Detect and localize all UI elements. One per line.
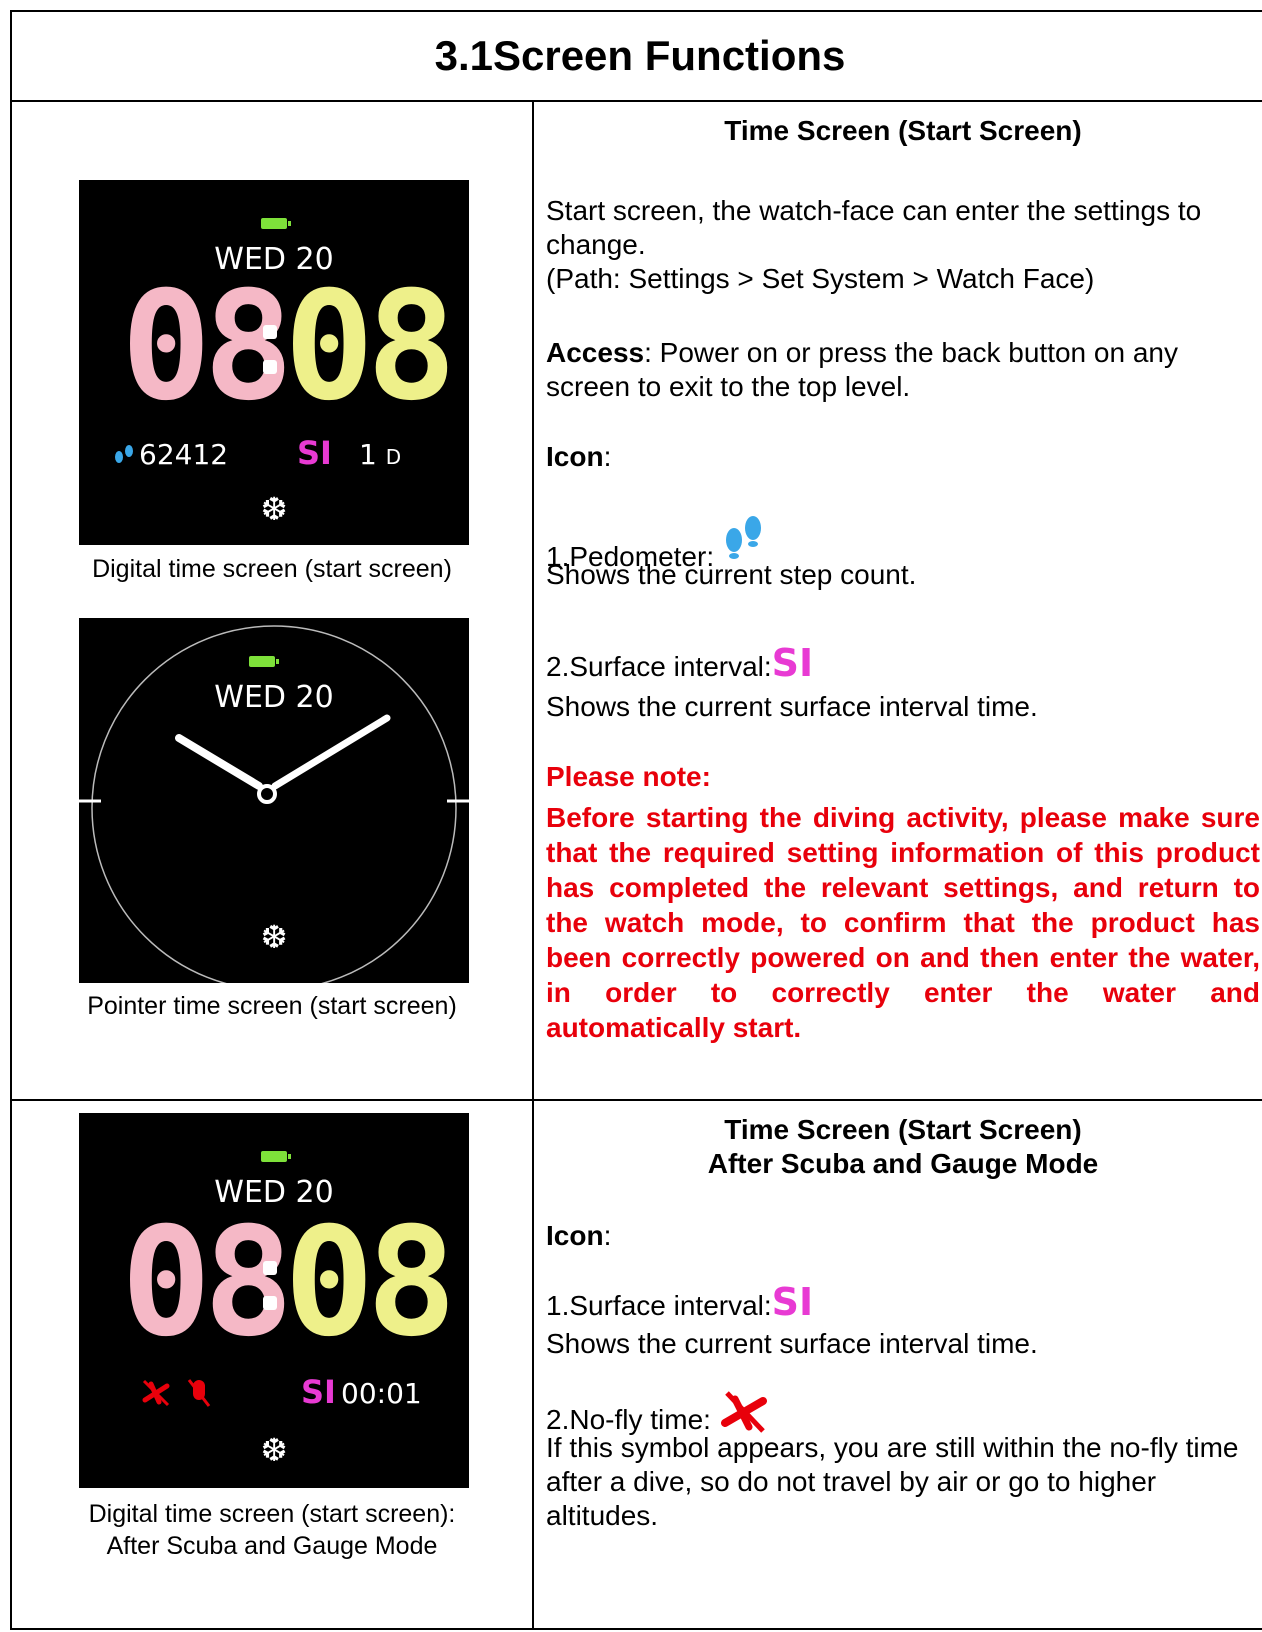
no-fly-icon <box>142 1379 170 1407</box>
no-dive-icon <box>187 1379 211 1407</box>
caption-after-dive-2: After Scuba and Gauge Mode <box>106 1532 438 1560</box>
watch-hour: 08 <box>121 1196 294 1370</box>
si-icon: SI <box>301 1373 336 1411</box>
dive-logo-icon: ❆ <box>260 918 288 956</box>
footprints-icon <box>115 445 133 463</box>
caption-pointer: Pointer time screen (start screen) <box>87 992 457 1020</box>
watch-minute: 08 <box>284 1196 457 1370</box>
dive-logo-icon: ❆ <box>260 490 288 528</box>
section2-icon-label: Icon: <box>546 1220 612 1251</box>
section1-intro: Start screen, the watch-face can enter t… <box>546 195 1202 260</box>
watch-date: WED 20 <box>214 680 334 715</box>
colon-dot <box>263 325 277 339</box>
note-title: Please note: <box>546 761 711 792</box>
watch-interval: 00:01 <box>341 1377 422 1410</box>
left-cell-2: WED 20 08 08 SI 00:01 ❆ Digital time scr… <box>12 1101 532 1632</box>
footprints-icon <box>725 516 761 559</box>
colon-dot <box>263 360 277 374</box>
section1-path: (Path: Settings > Set System > Watch Fac… <box>546 263 1095 294</box>
si-icon: SI <box>771 1280 814 1324</box>
battery-icon <box>261 218 291 229</box>
surface-interval-item-2: 1.Surface interval:SI <box>546 1280 814 1324</box>
dive-logo-icon: ❆ <box>260 1431 288 1469</box>
colon-dot <box>263 1261 277 1275</box>
note-text: Before starting the diving activity, ple… <box>546 802 1260 1043</box>
si-icon: SI <box>771 641 814 685</box>
section1-heading: Time Screen (Start Screen) <box>724 115 1082 146</box>
section2-heading-1: Time Screen (Start Screen) <box>724 1114 1082 1145</box>
pointer-watch-image: WED 20 ❆ <box>79 618 469 983</box>
surface-interval-desc: Shows the current surface interval time. <box>546 691 1038 722</box>
no-fly-item: 2.No-fly time: <box>546 1383 1260 1437</box>
battery-icon <box>261 1151 291 1162</box>
no-fly-icon <box>720 1391 767 1433</box>
no-fly-desc: If this symbol appears, you are still wi… <box>546 1432 1239 1531</box>
watch-days: 1 D <box>359 438 402 471</box>
pedometer-desc: Shows the current step count. <box>546 559 917 590</box>
right-cell-2: Time Screen (Start Screen) After Scuba a… <box>534 1101 1262 1632</box>
page-frame: 3.1Screen Functions WED 20 08 08 62412 S… <box>10 10 1262 1630</box>
section2-heading-2: After Scuba and Gauge Mode <box>707 1148 1099 1179</box>
surface-interval-desc-2: Shows the current surface interval time. <box>546 1328 1038 1359</box>
right-cell-1: Time Screen (Start Screen) Start screen,… <box>534 100 1262 1099</box>
caption-digital: Digital time screen (start screen) <box>92 555 452 583</box>
digital-watch-image: WED 20 08 08 62412 SI 1 D ❆ <box>79 180 469 545</box>
watch-steps: 62412 <box>139 438 229 471</box>
page-title: 3.1Screen Functions <box>12 12 1262 102</box>
left-cell-1: WED 20 08 08 62412 SI 1 D ❆ Digital time… <box>12 100 532 1099</box>
si-icon: SI <box>297 434 332 472</box>
colon-dot <box>263 1296 277 1310</box>
surface-interval-item: 2.Surface interval:SI <box>546 641 814 685</box>
watch-hour: 08 <box>121 260 294 434</box>
watch-minute: 08 <box>284 260 457 434</box>
digital-watch-after-dive-image: WED 20 08 08 SI 00:01 ❆ <box>79 1113 469 1488</box>
section1-icon-label: Icon: <box>546 441 612 472</box>
battery-icon <box>249 656 279 667</box>
caption-after-dive-1: Digital time screen (start screen): <box>88 1500 456 1528</box>
section1-access: Access: Power on or press the back butto… <box>546 337 1178 402</box>
